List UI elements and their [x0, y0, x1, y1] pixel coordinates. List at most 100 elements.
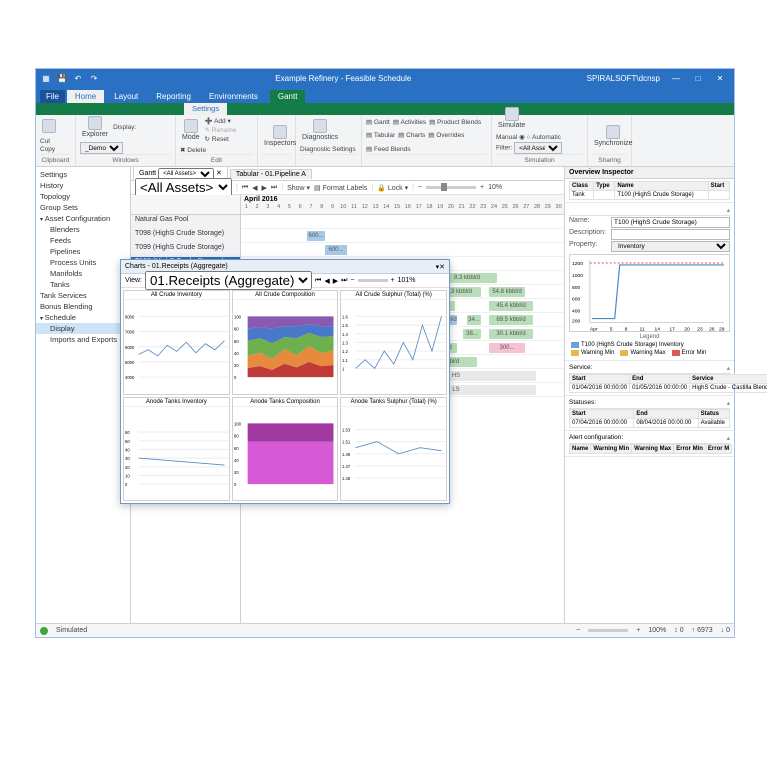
gantt-bar[interactable]: 34... — [467, 315, 481, 325]
view-gantt[interactable]: ▤ Gantt — [366, 118, 390, 126]
tab-home[interactable]: Home — [67, 90, 104, 103]
tree-node[interactable]: Topology — [36, 191, 130, 202]
nav-prev-icon[interactable]: ◀ — [252, 184, 257, 192]
property-select[interactable]: Inventory — [611, 241, 730, 252]
tree-node[interactable]: Asset Configuration — [36, 213, 130, 224]
qat-save-icon[interactable]: 💾 — [56, 72, 68, 84]
service-table: StartEndService 01/04/2016 00:00:0001/05… — [569, 374, 767, 393]
lock-dropdown[interactable]: 🔒 Lock ▾ — [377, 184, 408, 192]
zoom-minus[interactable]: − — [418, 184, 422, 191]
svg-text:0: 0 — [234, 375, 237, 380]
tab-environments[interactable]: Environments — [201, 90, 266, 103]
gantt-row-label[interactable]: T098 (HighS Crude Storage) — [131, 229, 240, 243]
view-charts[interactable]: ▤ Charts — [398, 131, 425, 139]
zoom-out-icon[interactable]: − — [576, 627, 580, 634]
gantt-bar[interactable]: 300... — [489, 343, 525, 353]
nav-next-icon[interactable]: ▶ — [262, 184, 267, 192]
tree-node[interactable]: Blenders — [36, 224, 130, 235]
view-activities[interactable]: ▤ Activities — [393, 118, 426, 126]
gantt-row-label[interactable]: Natural Gas Pool — [131, 215, 240, 229]
gantt-bar[interactable]: 69.5 kbbl/d — [489, 315, 533, 325]
inspectors-button[interactable]: Inspectors — [262, 124, 298, 148]
chart-title: Anode Tanks Sulphur (Total) (%) — [341, 398, 446, 407]
diag-settings-button[interactable]: Diagnostic Settings — [300, 146, 356, 153]
chart-nav-first[interactable]: ⏮ — [315, 277, 321, 285]
tree-node[interactable]: Pipelines — [36, 246, 130, 257]
gantt-bar[interactable]: 54.8 kbbl/d — [489, 287, 525, 297]
file-tab[interactable]: File — [40, 90, 65, 103]
section-collapse[interactable]: ▴ — [727, 206, 730, 214]
tree-node[interactable]: Bonus Blending — [36, 301, 130, 312]
doctab-tabular[interactable]: Tabular - 01.Pipeline A — [230, 169, 312, 179]
name-field[interactable] — [611, 217, 730, 228]
add-button[interactable]: ➕ Add ▾ — [205, 117, 237, 125]
view-product-blends[interactable]: ▤ Product Blends — [429, 118, 481, 126]
gantt-bar[interactable]: 38... — [463, 329, 481, 339]
close-button[interactable]: ✕ — [710, 74, 730, 83]
edit-mode-button[interactable]: Mode — [180, 118, 202, 142]
tab-layout[interactable]: Layout — [106, 90, 146, 103]
display-select[interactable]: _Demo — [80, 142, 123, 154]
view-tabular[interactable]: ▤ Tabular — [366, 131, 395, 139]
user-label: SPIRALSOFT\dcnsp — [587, 74, 660, 83]
view-feed-blends[interactable]: ▤ Feed Blends — [366, 145, 410, 153]
filter-select[interactable]: <All Assets> — [514, 142, 562, 154]
edit-icon — [184, 119, 198, 133]
sim-mode-toggle[interactable]: Manual ◉ ○ Automatic — [496, 133, 562, 141]
tree-node[interactable]: Process Units — [36, 257, 130, 268]
zoom-slider[interactable] — [426, 186, 476, 189]
simulate-button[interactable]: Simulate — [496, 106, 527, 130]
maximize-button[interactable]: □ — [688, 74, 708, 83]
svg-text:600: 600 — [572, 297, 581, 303]
zoom-in-icon[interactable]: + — [636, 627, 640, 634]
qat-undo-icon[interactable]: ↶ — [72, 72, 84, 84]
tree-node[interactable]: Imports and Exports — [36, 334, 130, 345]
reset-button[interactable]: ↻ Reset — [205, 135, 237, 143]
gantt-bar[interactable]: 30.1 kbbl/d — [489, 329, 533, 339]
svg-text:1.3: 1.3 — [342, 341, 348, 346]
tree-node[interactable]: Tank Services — [36, 290, 130, 301]
chart-cell: Anode Tanks Composition020406080100 — [232, 397, 339, 502]
chart-cell: Anode Tanks Inventory0102030405060 — [123, 397, 230, 502]
gantt-row: 600... — [241, 243, 564, 257]
tree-node[interactable]: Display — [36, 323, 130, 334]
tree-node[interactable]: Settings — [36, 169, 130, 180]
tree-node[interactable]: History — [36, 180, 130, 191]
svg-text:5000: 5000 — [125, 360, 135, 365]
show-dropdown[interactable]: Show ▾ — [287, 184, 310, 192]
status-zoom-slider[interactable] — [588, 629, 628, 632]
zoom-plus[interactable]: + — [480, 184, 484, 191]
tree-node[interactable]: Group Sets — [36, 202, 130, 213]
chart-zoom-slider[interactable] — [358, 279, 388, 282]
description-field[interactable] — [611, 229, 730, 240]
cut-button[interactable]: Cut — [40, 138, 55, 145]
tree-node[interactable]: Feeds — [36, 235, 130, 246]
tree-node[interactable]: Schedule — [36, 312, 130, 323]
tab-reporting[interactable]: Reporting — [148, 90, 199, 103]
gantt-bar[interactable]: 600... — [325, 245, 347, 255]
svg-text:1.45: 1.45 — [342, 476, 351, 481]
explorer-button[interactable]: Explorer — [80, 115, 110, 139]
minimize-button[interactable]: — — [666, 74, 686, 83]
tree-node[interactable]: Tanks — [36, 279, 130, 290]
synchronize-button[interactable]: Synchronize — [592, 124, 635, 148]
gantt-row-label[interactable]: T099 (HighS Crude Storage) — [131, 243, 240, 257]
copy-button[interactable]: Copy — [40, 146, 55, 153]
chart-nav-next[interactable]: ▶ — [333, 277, 338, 285]
tree-node[interactable]: Manifolds — [36, 268, 130, 279]
gantt-bar[interactable]: 600... — [307, 231, 325, 241]
chart-nav-prev[interactable]: ◀ — [324, 277, 329, 285]
context-tab-settings[interactable]: Settings — [184, 103, 227, 115]
nav-last-icon[interactable]: ⏭ — [271, 184, 277, 192]
nav-first-icon[interactable]: ⏮ — [242, 184, 248, 192]
chart-nav-last[interactable]: ⏭ — [341, 277, 347, 285]
format-labels-dropdown[interactable]: ▤ Format Labels — [314, 184, 367, 192]
view-overrides[interactable]: ▤ Overrides — [428, 131, 464, 139]
qat-redo-icon[interactable]: ↷ — [88, 72, 100, 84]
charts-window-close-icon[interactable]: ✕ — [439, 263, 445, 271]
paste-button[interactable] — [40, 118, 58, 134]
rename-button[interactable]: ✎ Rename — [205, 126, 237, 134]
delete-button[interactable]: ✖ Delete — [180, 146, 206, 154]
gantt-bar[interactable]: 45.4 kbbl/d — [489, 301, 533, 311]
diagnostics-button[interactable]: Diagnostics — [300, 118, 340, 142]
